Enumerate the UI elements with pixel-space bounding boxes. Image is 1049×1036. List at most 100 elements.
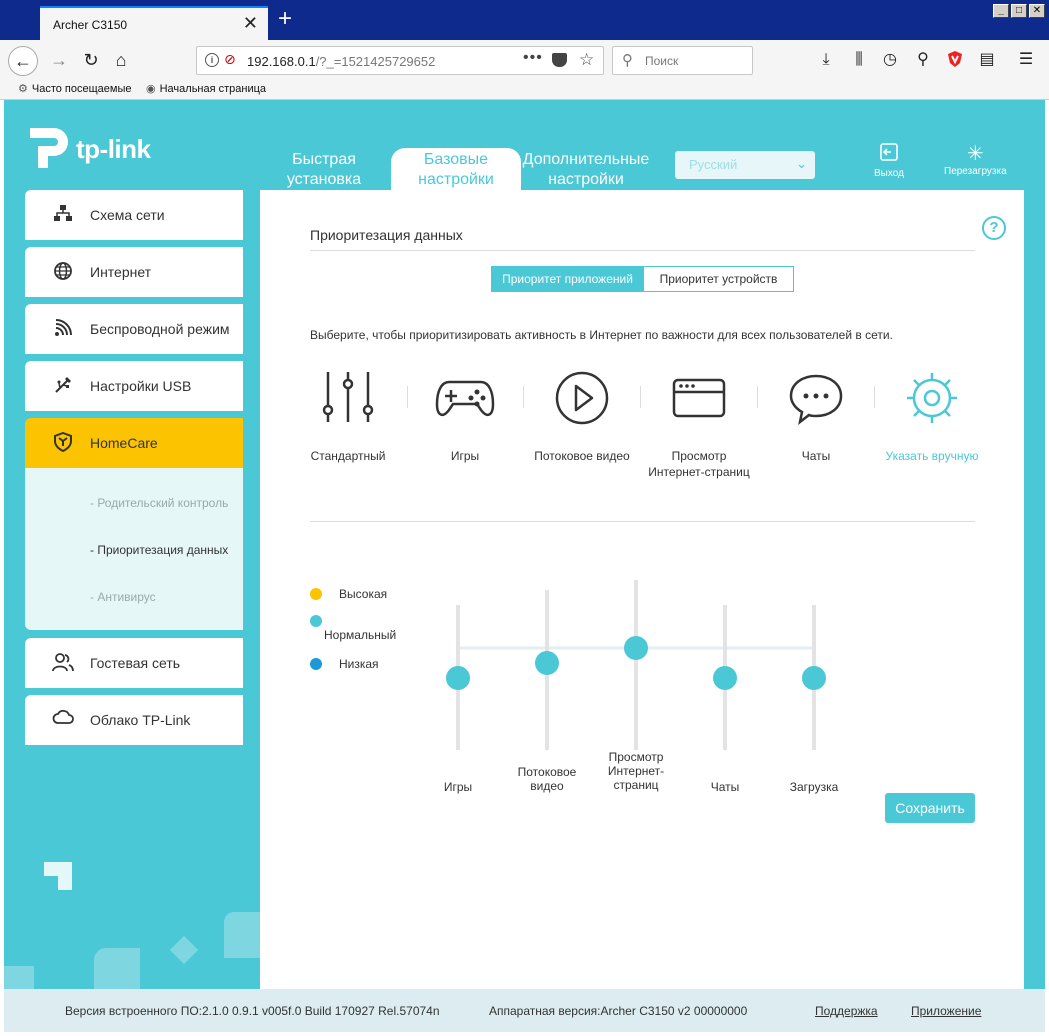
decor-tile	[224, 912, 260, 958]
address-bar[interactable]: i ⊘ 192.168.0.1/?_=1521425729652 ••• ☆	[196, 46, 604, 75]
subitem-parental-control[interactable]: - Родительский контроль	[90, 496, 228, 510]
search-placeholder: Поиск	[645, 54, 679, 68]
window-controls: _ □ ✕	[993, 4, 1045, 18]
subitem-antivirus[interactable]: - Антивирус	[90, 590, 156, 604]
sidebar-item-cloud[interactable]: Облако TP-Link	[25, 695, 243, 745]
shield-icon	[51, 431, 75, 454]
sidebar-item-network-map[interactable]: Схема сети	[25, 190, 243, 240]
main-panel: ? Приоритезация данных Приоритет приложе…	[260, 190, 1024, 990]
network-map-icon	[51, 204, 75, 226]
tab-quick-setup[interactable]: Быстрая установка	[259, 150, 389, 192]
search-input[interactable]: ⚲ Поиск	[612, 46, 753, 75]
app-link[interactable]: Приложение	[911, 1004, 981, 1018]
forward-button[interactable]: →	[44, 46, 74, 76]
zoom-icon[interactable]: ⚲	[913, 50, 933, 70]
library-icon[interactable]: ⫼	[849, 50, 869, 70]
browser-icon	[669, 370, 729, 426]
help-icon[interactable]: ?	[982, 216, 1006, 240]
sidebar-item-guest[interactable]: Гостевая сеть	[25, 638, 243, 688]
reader-icon[interactable]: ▤	[977, 50, 997, 70]
tab-basic[interactable]: Базовые настройки	[391, 148, 521, 190]
slider-handle[interactable]	[446, 666, 470, 690]
bookmark-star-icon[interactable]: ☆	[579, 50, 594, 70]
hardware-version: Аппаратная версия:Archer C3150 v2 000000…	[489, 1004, 748, 1018]
tp-link-logo[interactable]: tp-link	[24, 122, 164, 172]
pocket-icon[interactable]	[552, 53, 567, 67]
system-menu[interactable]	[0, 0, 40, 40]
tab-title: Archer C3150	[53, 18, 128, 32]
sidebar-item-usb[interactable]: Настройки USB	[25, 361, 243, 411]
close-tab-icon[interactable]: ✕	[243, 14, 258, 32]
logout-button[interactable]: Выход	[874, 142, 904, 179]
usb-icon	[51, 375, 75, 397]
decor-tile	[94, 948, 140, 990]
browser-tab[interactable]: Archer C3150 ✕	[40, 6, 268, 40]
gear-icon: ⚙	[18, 83, 28, 95]
slider-handle[interactable]	[713, 666, 737, 690]
new-tab-button[interactable]: +	[274, 7, 296, 31]
download-icon[interactable]: ⤓	[816, 50, 836, 70]
globe-icon	[51, 261, 75, 283]
description: Выберите, чтобы приоритизировать активно…	[310, 328, 893, 342]
slider-label-chats: Чаты	[710, 780, 740, 794]
insecure-lock-icon: ⊘	[224, 51, 236, 67]
decor-tile	[44, 862, 72, 890]
language-select[interactable]: Русский ⌄	[675, 151, 815, 179]
minimize-button[interactable]: _	[993, 4, 1009, 18]
decor-tile	[169, 935, 199, 965]
globe-icon: ◉	[146, 83, 156, 95]
slider-label-browsing: Просмотр Интернет-страниц	[607, 750, 665, 792]
divider	[310, 521, 975, 522]
footer: Версия встроенного ПО:2.1.0 0.9.1 v005f.…	[4, 989, 1045, 1032]
maximize-button[interactable]: □	[1011, 4, 1027, 18]
homecare-submenu: - Родительский контроль - Приоритезация …	[25, 468, 243, 630]
category-chats[interactable]: Чаты	[756, 370, 876, 464]
category-games[interactable]: Игры	[405, 370, 525, 464]
slider-handle[interactable]	[624, 636, 648, 660]
category-standard[interactable]: Стандартный	[288, 370, 408, 464]
bookmark-most-visited[interactable]: ⚙ Часто посещаемые	[18, 82, 131, 95]
router-app: tp-link Быстрая установка Базовые настро…	[4, 100, 1045, 1032]
play-icon	[552, 370, 612, 426]
sidebar-item-homecare[interactable]: HomeCare	[25, 418, 243, 468]
url-text[interactable]: 192.168.0.1/?_=1521425729652	[247, 54, 435, 69]
back-button[interactable]: ←	[8, 46, 38, 76]
category-custom[interactable]: Указать вручную	[872, 370, 992, 464]
page-actions-icon[interactable]: •••	[523, 49, 543, 67]
app-priority-toggle[interactable]: Приоритет приложений	[491, 266, 644, 292]
slider-label-download: Загрузка	[789, 780, 839, 794]
guests-icon	[51, 652, 75, 674]
reboot-icon: ✳	[966, 143, 984, 165]
device-priority-toggle[interactable]: Приоритет устройств	[643, 266, 794, 292]
tab-advanced[interactable]: Дополнительные настройки	[518, 150, 654, 192]
search-icon: ⚲	[622, 52, 633, 69]
sliders-icon	[318, 370, 378, 426]
bookmarks-bar: ⚙ Часто посещаемые ◉ Начальная страница	[0, 80, 1049, 100]
subitem-qos[interactable]: - Приоритезация данных	[90, 543, 228, 557]
slider-label-streaming: Потоковое видео	[517, 765, 577, 793]
sidebar-item-wireless[interactable]: Беспроводной режим	[25, 304, 243, 354]
home-button[interactable]: ⌂	[106, 46, 136, 76]
reload-button[interactable]: ↻	[76, 46, 106, 76]
gamepad-icon	[435, 370, 495, 426]
slider-handle[interactable]	[535, 651, 559, 675]
custom-gear-icon	[902, 370, 962, 426]
browser-titlebar: Archer C3150 ✕ + _ □ ✕	[0, 0, 1049, 40]
chevron-down-icon: ⌄	[796, 156, 807, 171]
slider-handle[interactable]	[802, 666, 826, 690]
sidebar-item-internet[interactable]: Интернет	[25, 247, 243, 297]
shield-addon-icon[interactable]	[945, 50, 965, 70]
category-browsing[interactable]: Просмотр Интернет-страниц	[639, 370, 759, 480]
menu-icon[interactable]: ☰	[1016, 50, 1036, 70]
bookmark-start-page[interactable]: ◉ Начальная страница	[146, 82, 266, 95]
category-streaming[interactable]: Потоковое видео	[522, 370, 642, 464]
browser-navbar: ← → ↻ ⌂ i ⊘ 192.168.0.1/?_=1521425729652…	[0, 40, 1049, 80]
info-icon[interactable]: i	[205, 53, 219, 67]
close-window-button[interactable]: ✕	[1029, 4, 1045, 18]
save-button[interactable]: Сохранить	[885, 793, 975, 823]
divider	[310, 250, 975, 251]
reboot-button[interactable]: ✳ Перезагрузка	[944, 142, 1007, 177]
support-link[interactable]: Поддержка	[815, 1004, 878, 1018]
firmware-version: Версия встроенного ПО:2.1.0 0.9.1 v005f.…	[65, 1004, 440, 1018]
history-icon[interactable]: ◷	[880, 50, 900, 70]
